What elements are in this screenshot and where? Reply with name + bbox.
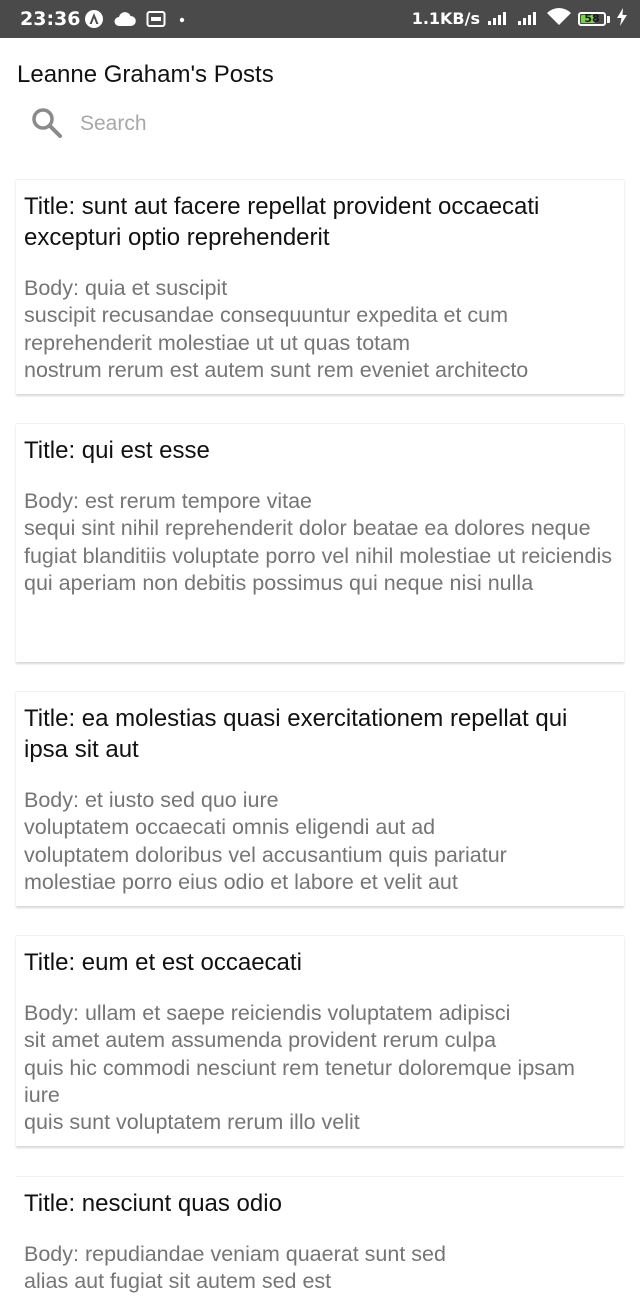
wifi-icon <box>546 7 572 31</box>
post-card[interactable]: Title: nesciunt quas odio Body: repudian… <box>16 1176 624 1293</box>
search-input[interactable] <box>80 108 600 140</box>
status-time: 23:36 <box>20 8 81 30</box>
post-card[interactable]: Title: eum et est occaecati Body: ullam … <box>16 935 624 1146</box>
post-body: Body: quia et suscipit suscipit recusand… <box>24 276 529 382</box>
post-card[interactable]: Title: ea molestias quasi exercitationem… <box>16 691 624 906</box>
page-title: Leanne Graham's Posts <box>17 61 274 88</box>
cast-icon <box>146 10 166 32</box>
signal-icon <box>486 8 510 30</box>
charging-icon <box>616 7 628 31</box>
dot-icon <box>176 10 188 32</box>
post-title: Title: nesciunt quas odio <box>24 1190 282 1217</box>
post-title: Title: sunt aut facere repellat providen… <box>24 193 540 251</box>
post-body: Body: est rerum tempore vitae sequi sint… <box>24 489 612 595</box>
post-card[interactable]: Title: qui est esse Body: est rerum temp… <box>16 423 624 662</box>
post-title: Title: eum et est occaecati <box>24 949 302 976</box>
status-right-icons: 1.1KB/s 58 <box>412 7 628 31</box>
status-left-icons <box>84 9 188 33</box>
battery-level: 58 <box>584 12 600 25</box>
network-speed: 1.1KB/s <box>411 9 480 28</box>
status-bar: 23:36 1.1KB/s 58 <box>0 0 640 38</box>
post-title: Title: qui est esse <box>24 437 210 464</box>
post-body: Body: repudiandae veniam quaerat sunt se… <box>24 1242 446 1294</box>
signal-icon <box>516 8 540 30</box>
battery-icon: 58 <box>578 12 606 26</box>
post-body: Body: ullam et saepe reiciendis voluptat… <box>24 1001 575 1135</box>
search-icon[interactable] <box>30 106 64 145</box>
search-bar <box>30 104 610 144</box>
post-title: Title: ea molestias quasi exercitationem… <box>24 705 568 763</box>
app-a-icon <box>84 9 104 33</box>
battery-cap <box>607 15 610 23</box>
post-card[interactable]: Title: sunt aut facere repellat providen… <box>16 179 624 394</box>
cloud-icon <box>114 11 136 31</box>
post-body: Body: et iusto sed quo iure voluptatem o… <box>24 788 507 894</box>
